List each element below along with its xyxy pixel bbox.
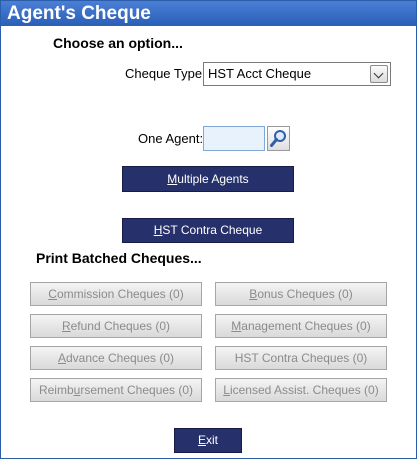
choose-option-heading: Choose an option... — [53, 35, 183, 51]
licensed-assist-cheques-button[interactable]: Licensed Assist. Cheques (0) — [215, 378, 387, 402]
commission-cheques-button[interactable]: Commission Cheques (0) — [30, 282, 202, 306]
window-title: Agent's Cheque — [1, 1, 416, 26]
cheque-type-select[interactable]: HST Acct Cheque — [203, 62, 391, 86]
hst-contra-cheques-batch-button[interactable]: HST Contra Cheques (0) — [215, 346, 387, 370]
advance-cheques-button[interactable]: Advance Cheques (0) — [30, 346, 202, 370]
agent-search-button[interactable] — [267, 126, 290, 151]
refund-cheques-button[interactable]: Refund Cheques (0) — [30, 314, 202, 338]
magnifier-icon — [270, 130, 286, 147]
chevron-down-icon[interactable] — [370, 65, 388, 83]
management-cheques-button[interactable]: Management Cheques (0) — [215, 314, 387, 338]
cheque-type-value: HST Acct Cheque — [208, 66, 312, 81]
multiple-agents-button[interactable]: Multiple Agents — [122, 166, 294, 192]
hst-contra-cheque-button[interactable]: HST Contra Cheque — [122, 218, 294, 243]
one-agent-input[interactable] — [203, 126, 265, 151]
agents-cheque-window: Agent's Cheque Choose an option... Chequ… — [0, 0, 417, 459]
cheque-type-label: Cheque Type: — [125, 66, 206, 81]
one-agent-label: One Agent: — [138, 131, 204, 146]
bonus-cheques-button[interactable]: Bonus Cheques (0) — [215, 282, 387, 306]
exit-button[interactable]: Exit — [174, 428, 242, 453]
print-batched-heading: Print Batched Cheques... — [36, 250, 202, 266]
reimbursement-cheques-button[interactable]: Reimbursement Cheques (0) — [30, 378, 202, 402]
